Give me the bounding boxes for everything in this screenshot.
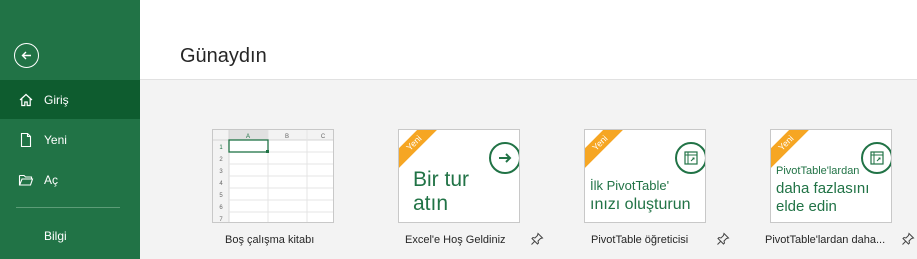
nav-label: Aç (44, 172, 59, 187)
new-badge: Yeni (585, 130, 630, 173)
tile-title-line: PivotTable'lardan (776, 165, 860, 177)
template-label: PivotTable'lardan daha... (765, 234, 886, 246)
nav-label: Yeni (44, 132, 67, 147)
page-title: Günaydın (180, 45, 267, 67)
page-header: Günaydın (140, 0, 917, 80)
pin-icon[interactable] (716, 232, 730, 246)
column-header: B (285, 134, 289, 140)
pin-icon[interactable] (530, 232, 544, 246)
tile-title-line: daha fazlasını (776, 180, 870, 197)
back-button[interactable] (14, 43, 39, 68)
template-label: Excel'e Hoş Geldiniz (405, 234, 506, 246)
sidebar-divider (16, 207, 120, 208)
template-welcome-to-excel[interactable]: Yeni Bir tur atın (398, 129, 520, 223)
template-pivottable-tutorial[interactable]: Yeni İlk PivotTable' ınızı oluşturun (584, 129, 706, 223)
back-arrow-icon (21, 51, 31, 60)
backstage-sidebar: Giriş Yeni Aç Bilgi (0, 0, 140, 259)
template-pivottable-more[interactable]: Yeni PivotTable'lardan daha fazlasını el… (770, 129, 892, 223)
column-header: C (321, 134, 326, 140)
open-folder-icon (18, 172, 34, 188)
nav-label: Bilgi (44, 228, 67, 243)
nav-item-home[interactable]: Giriş (0, 80, 140, 119)
pivot-table-icon (861, 142, 891, 174)
template-label: PivotTable öğreticisi (591, 234, 689, 246)
tile-title-line: İlk PivotTable' (590, 178, 670, 193)
tile-title-line: Bir tur (413, 168, 470, 191)
tile-title-line: atın (413, 192, 449, 215)
spreadsheet-grid-preview: A B C 1 2 3 4 5 6 7 (213, 130, 333, 222)
tile-title-line: ınızı oluşturun (590, 196, 691, 213)
pivot-table-icon (675, 142, 705, 174)
column-header: A (246, 134, 250, 140)
home-icon (18, 92, 34, 108)
nav-item-info[interactable]: Bilgi (0, 216, 140, 255)
template-blank-workbook[interactable]: A B C 1 2 3 4 5 6 7 (212, 129, 334, 223)
tile-title-line: elde edin (776, 198, 837, 215)
arrow-right-circle-icon (489, 142, 519, 174)
nav-label: Giriş (44, 92, 69, 107)
new-document-icon (18, 132, 34, 148)
nav-item-open[interactable]: Aç (0, 160, 140, 199)
new-badge: Yeni (399, 130, 444, 173)
template-label: Boş çalışma kitabı (225, 234, 315, 246)
pin-icon[interactable] (901, 232, 915, 246)
nav-item-new[interactable]: Yeni (0, 120, 140, 159)
